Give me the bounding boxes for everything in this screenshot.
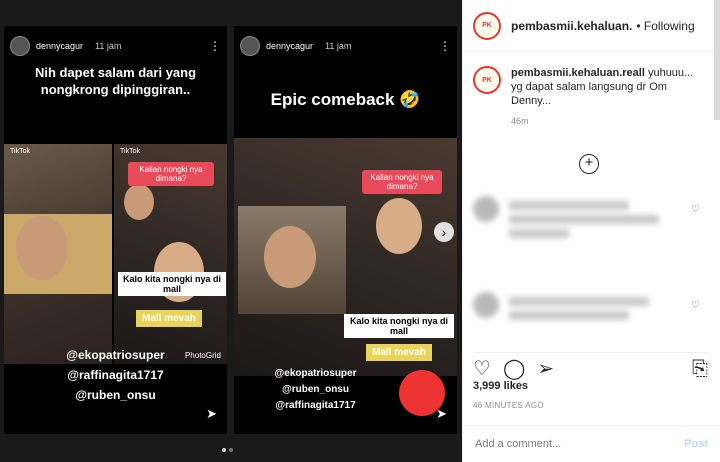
- scrollbar[interactable]: [714, 0, 720, 120]
- tiktok-label: TikTok: [120, 148, 140, 155]
- action-bar: ♡ ◯ ➢ ⎘: [473, 352, 708, 379]
- story-screenshot-2: dennycagur 11 jam ⋮ Epic comeback 🤣 Kali…: [234, 26, 457, 434]
- post-header: PK pembasmii.kehaluan. • Following: [463, 0, 720, 52]
- more-icon: ⋮: [209, 39, 221, 53]
- face: [264, 226, 316, 288]
- mall-label: Mall mevah: [136, 310, 202, 327]
- avatar: [473, 292, 499, 318]
- plus-icon[interactable]: +: [579, 154, 599, 174]
- comment-icon[interactable]: ◯: [503, 359, 525, 379]
- story-screenshot-1: dennycagur 11 jam ⋮ Nih dapet salam dari…: [4, 26, 227, 434]
- share-icon[interactable]: ➢: [537, 359, 554, 379]
- bookmark-icon[interactable]: ⎘: [692, 359, 708, 379]
- story-time: 11 jam: [325, 41, 352, 51]
- like-count[interactable]: 3,999 likes: [473, 380, 528, 392]
- mention: @ruben_onsu: [75, 388, 156, 402]
- story-time: 11 jam: [95, 41, 122, 51]
- comment-username[interactable]: pembasmii.kehaluan.reall: [511, 67, 645, 79]
- send-icon: ➤: [206, 406, 217, 421]
- avatar: [10, 36, 30, 56]
- question-bubble: Kalian nongki nya dimana?: [362, 170, 442, 194]
- story-photo-right: TikTok Kalian nongki nya dimana? Kalo ki…: [114, 144, 227, 364]
- story-caption: Epic comeback 🤣: [270, 90, 421, 109]
- account-logo[interactable]: PK: [473, 11, 501, 40]
- mention: @raffinagita1717: [67, 368, 164, 382]
- mention: @ekopatriosuper: [66, 348, 165, 362]
- comment-input[interactable]: [475, 438, 685, 450]
- answer-label: Kalo kita nongki nya di mall: [344, 314, 454, 338]
- heart-icon[interactable]: ♡: [691, 204, 700, 215]
- caption-comment: PK pembasmii.kehaluan.reall yuhuuu... yg…: [473, 66, 706, 126]
- carousel-dots: [222, 448, 233, 452]
- post-view: dennycagur 11 jam ⋮ Nih dapet salam dari…: [0, 0, 720, 462]
- post-media[interactable]: dennycagur 11 jam ⋮ Nih dapet salam dari…: [0, 0, 462, 462]
- heart-icon[interactable]: ♡: [691, 300, 700, 311]
- blurred-comment: [473, 292, 680, 340]
- post-button[interactable]: Post: [684, 438, 708, 450]
- avatar: [473, 196, 499, 222]
- mention: @ekopatriosuper: [274, 368, 357, 379]
- heart-icon[interactable]: ♡: [473, 359, 491, 379]
- face: [376, 198, 422, 254]
- story-caption: Nih dapet salam dari yang nongkrong dipi…: [34, 65, 197, 97]
- post-sidebar: PK pembasmii.kehaluan. • Following PK pe…: [462, 0, 720, 462]
- carousel-dot: [229, 448, 233, 452]
- next-arrow-icon[interactable]: ›: [434, 222, 454, 242]
- header-username[interactable]: pembasmii.kehaluan.: [511, 19, 632, 33]
- post-age: 46 MINUTES AGO: [473, 401, 544, 410]
- story-photo-left: TikTok: [4, 144, 112, 364]
- face: [16, 216, 68, 280]
- mall-label: Mall mevah: [366, 344, 432, 361]
- caption-text: pembasmii.kehaluan.reall yuhuuu... yg da…: [511, 66, 706, 108]
- more-icon: ⋮: [439, 39, 451, 53]
- carousel-dot: [222, 448, 226, 452]
- tiktok-label: TikTok: [10, 148, 30, 155]
- question-bubble: Kalian nongki nya dimana?: [128, 162, 214, 186]
- story-header: dennycagur 11 jam ⋮: [240, 34, 451, 58]
- story-username: dennycagur: [266, 41, 314, 51]
- story-username: dennycagur: [36, 41, 84, 51]
- account-logo[interactable]: PK: [473, 66, 501, 94]
- comment-time: 46m: [511, 116, 529, 126]
- send-icon: ➤: [436, 406, 447, 421]
- add-comment-bar: Post: [463, 425, 720, 462]
- following-status[interactable]: • Following: [636, 19, 694, 33]
- story-photo: Kalian nongki nya dimana? Kalo kita nong…: [234, 138, 457, 376]
- inset-photo: [238, 206, 346, 314]
- mention: @ruben_onsu: [282, 384, 349, 395]
- answer-label: Kalo kita nongki nya di mall: [118, 272, 226, 296]
- mention: @raffinagita1717: [275, 400, 356, 411]
- face: [124, 184, 154, 220]
- story-header: dennycagur 11 jam ⋮: [10, 34, 221, 58]
- avatar: [240, 36, 260, 56]
- blurred-comment: [473, 196, 680, 256]
